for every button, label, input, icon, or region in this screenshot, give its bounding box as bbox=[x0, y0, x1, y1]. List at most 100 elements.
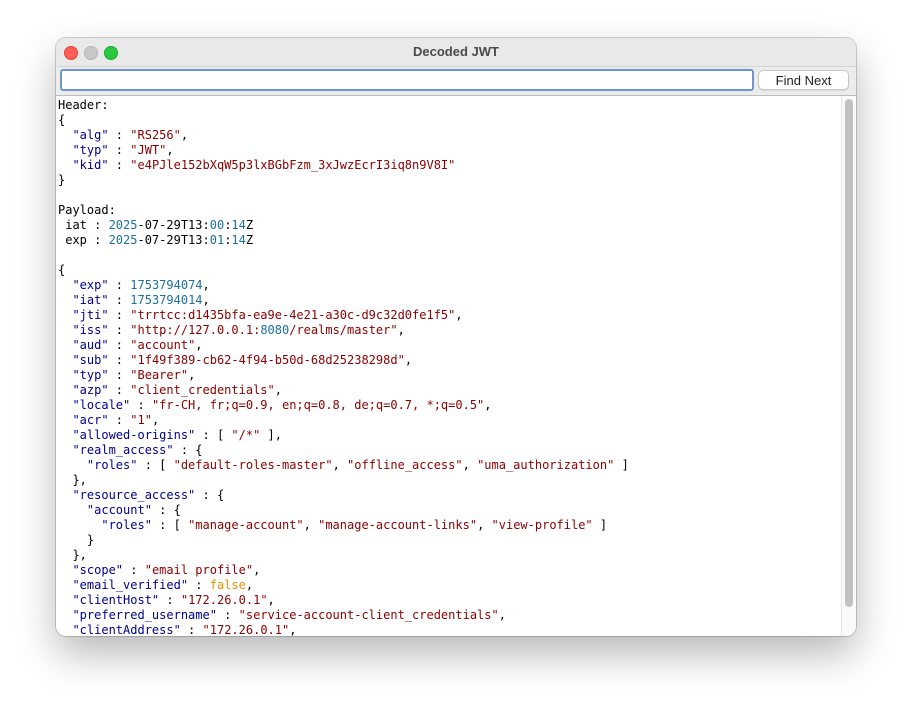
text-line: Payload: bbox=[58, 203, 629, 218]
text-token: : bbox=[108, 278, 131, 292]
json-key: "sub" bbox=[72, 353, 109, 367]
text-token: , bbox=[267, 593, 275, 607]
text-line: "roles" : [ "default-roles-master", "off… bbox=[58, 458, 629, 473]
json-key: "email_verified" bbox=[72, 578, 189, 592]
text-token: : bbox=[216, 608, 239, 622]
json-key: "typ" bbox=[72, 143, 109, 157]
text-line: "alg" : "RS256", bbox=[58, 128, 629, 143]
title-bar: Decoded JWT bbox=[56, 38, 856, 67]
json-key: "aud" bbox=[72, 338, 109, 352]
text-token: : [ bbox=[151, 518, 189, 532]
text-line: } bbox=[58, 533, 629, 548]
text-token: : bbox=[108, 383, 131, 397]
json-key: "realm_access" bbox=[72, 443, 174, 457]
text-token: : bbox=[108, 413, 131, 427]
text-line: }, bbox=[58, 548, 629, 563]
json-key: "scope" bbox=[72, 563, 124, 577]
json-string: "offline_access" bbox=[347, 458, 463, 472]
text-token: , bbox=[245, 578, 254, 592]
text-token: : bbox=[159, 593, 181, 607]
decoded-jwt-window: Decoded JWT Find Next Header:{ "alg" : "… bbox=[56, 38, 856, 636]
text-token: } bbox=[58, 173, 66, 187]
text-line: "clientAddress" : "172.26.0.1", bbox=[58, 623, 629, 636]
json-key: "roles" bbox=[86, 458, 138, 472]
vertical-scrollbar[interactable] bbox=[841, 96, 856, 636]
text-line: }, bbox=[58, 473, 629, 488]
json-string: "RS256" bbox=[130, 128, 181, 142]
json-string: "e4PJle152bXqW5p3lxBGbFzm_3xJwzEcrI3iq8n… bbox=[130, 158, 456, 172]
json-key: "account" bbox=[86, 503, 152, 517]
json-string: "manage-account" bbox=[188, 518, 304, 532]
text-line: } bbox=[58, 173, 629, 188]
text-token: , bbox=[151, 413, 160, 427]
find-bar: Find Next bbox=[56, 67, 856, 95]
text-line: "azp" : "client_credentials", bbox=[58, 383, 629, 398]
text-line: "allowed-origins" : [ "/*" ], bbox=[58, 428, 629, 443]
json-string: "172.26.0.1" bbox=[202, 623, 290, 636]
text-token: , bbox=[303, 518, 319, 532]
json-string: "JWT" bbox=[130, 143, 167, 157]
text-token: : bbox=[108, 143, 131, 157]
text-token: : bbox=[180, 623, 203, 636]
text-line: "sub" : "1f49f389-cb62-4f94-b50d-68d2523… bbox=[58, 353, 629, 368]
text-line: exp : 2025-07-29T13:01:14Z bbox=[58, 233, 629, 248]
text-token: : bbox=[108, 128, 131, 142]
text-line: "resource_access" : { bbox=[58, 488, 629, 503]
text-token: , bbox=[180, 128, 189, 142]
text-token: : bbox=[108, 308, 131, 322]
text-token: Header: bbox=[58, 98, 109, 112]
text-token: : bbox=[188, 578, 210, 592]
json-number: 14 bbox=[231, 218, 246, 232]
text-token: ] bbox=[614, 458, 629, 472]
json-number: 2025 bbox=[108, 218, 138, 232]
text-line: Header: bbox=[58, 98, 629, 113]
text-token: , bbox=[498, 608, 506, 622]
json-number: 00 bbox=[209, 218, 225, 232]
text-line: "jti" : "trrtcc:d1435bfa-ea9e-4e21-a30c-… bbox=[58, 308, 629, 323]
json-string: "manage-account-links" bbox=[318, 518, 478, 532]
text-token: }, bbox=[58, 548, 87, 562]
text-token: -07-29T13: bbox=[137, 233, 210, 247]
text-token: : bbox=[108, 293, 131, 307]
json-string: "/*" bbox=[231, 428, 261, 442]
json-key: "exp" bbox=[72, 278, 109, 292]
json-key: "kid" bbox=[72, 158, 109, 172]
text-token: } bbox=[58, 533, 95, 547]
json-string: "client_credentials" bbox=[130, 383, 275, 397]
json-string: "fr-CH, fr;q=0.9, en;q=0.8, de;q=0.7, *;… bbox=[151, 398, 485, 412]
find-input[interactable] bbox=[60, 69, 754, 91]
text-token: , bbox=[477, 518, 492, 532]
scrollbar-thumb[interactable] bbox=[845, 99, 853, 607]
text-line: "kid" : "e4PJle152bXqW5p3lxBGbFzm_3xJwzE… bbox=[58, 158, 629, 173]
text-line: "aud" : "account", bbox=[58, 338, 629, 353]
text-token: : bbox=[123, 563, 145, 577]
jwt-text-area[interactable]: Header:{ "alg" : "RS256", "typ" : "JWT",… bbox=[56, 95, 856, 636]
text-token: , bbox=[202, 278, 210, 292]
json-string: "default-roles-master" bbox=[173, 458, 333, 472]
text-token: : { bbox=[151, 503, 181, 517]
text-line: "locale" : "fr-CH, fr;q=0.9, en;q=0.8, d… bbox=[58, 398, 629, 413]
json-string: "view-profile" bbox=[491, 518, 593, 532]
text-token: , bbox=[455, 308, 463, 322]
text-token: : bbox=[130, 398, 152, 412]
text-line: "typ" : "JWT", bbox=[58, 143, 629, 158]
json-key: "roles" bbox=[101, 518, 152, 532]
json-number: 1753794014 bbox=[130, 293, 203, 307]
text-token: }, bbox=[58, 473, 87, 487]
text-token: , bbox=[195, 338, 203, 352]
text-line: "clientHost" : "172.26.0.1", bbox=[58, 593, 629, 608]
text-token: , bbox=[274, 383, 282, 397]
text-line: "email_verified" : false, bbox=[58, 578, 629, 593]
json-key: "alg" bbox=[72, 128, 109, 142]
find-next-button[interactable]: Find Next bbox=[758, 70, 849, 90]
